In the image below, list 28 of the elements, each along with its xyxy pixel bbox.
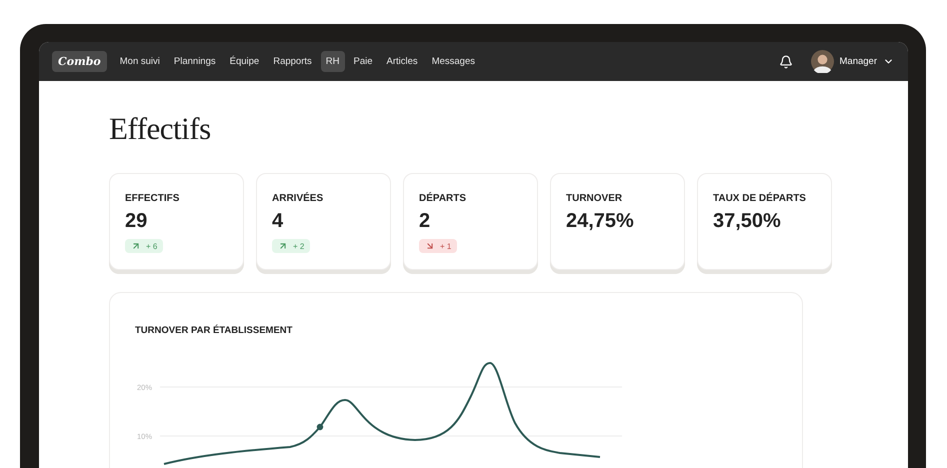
stat-label: ARRIVÉES (272, 193, 324, 204)
trend-badge: + 1 (419, 239, 458, 253)
stat-value: 2 (419, 210, 432, 233)
page-title: Effectifs (109, 111, 212, 147)
stat-value: 24,75% (566, 210, 635, 233)
nav-item[interactable]: Équipe (224, 51, 264, 72)
stat-value: 4 (272, 210, 284, 233)
data-point (316, 424, 324, 430)
nav-item[interactable]: Rapports (268, 51, 317, 72)
stat-value: 29 (125, 210, 148, 233)
nav-item[interactable]: Mon suivi (114, 51, 165, 72)
user-menu[interactable]: Manager (810, 50, 894, 73)
stat-label: TURNOVER (566, 193, 624, 204)
bell-icon[interactable] (778, 54, 792, 68)
avatar (810, 50, 834, 73)
nav-item[interactable]: Plannings (168, 51, 221, 72)
stat-value: 37,50% (713, 210, 782, 233)
nav-item[interactable]: RH (320, 51, 345, 72)
nav-item[interactable]: Messages (426, 51, 480, 72)
stat-label: EFFECTIFS (125, 193, 180, 204)
trend-badge: + 6 (125, 239, 164, 253)
nav-item[interactable]: Paie (348, 51, 378, 72)
stat-label: TAUX DE DÉPARTS (713, 193, 807, 204)
nav-item[interactable]: Articles (382, 51, 423, 72)
trend-badge: + 2 (272, 239, 310, 253)
stat-label: DÉPARTS (419, 193, 468, 204)
logo[interactable]: Combo (52, 51, 107, 72)
chart-title: TURNOVER PAR ÉTABLISSEMENT (135, 325, 294, 336)
